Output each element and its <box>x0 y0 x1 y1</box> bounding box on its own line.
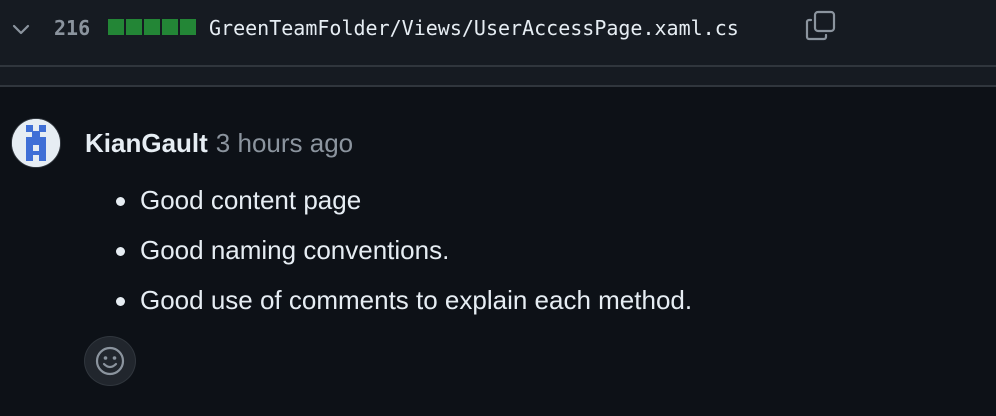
copy-icon[interactable] <box>804 9 838 43</box>
hunk-separator <box>0 67 996 85</box>
diffstat-block-added <box>144 19 160 35</box>
diffstat-block-added <box>162 19 178 35</box>
divider <box>0 85 996 87</box>
file-header: 216 GreenTeamFolder/Views/UserAccessPage… <box>0 0 996 67</box>
avatar[interactable] <box>11 118 61 168</box>
comment-header: KianGault 3 hours ago <box>85 126 353 160</box>
list-item: Good naming conventions. <box>115 231 692 281</box>
comment-author[interactable]: KianGault <box>85 128 208 158</box>
add-reaction-button[interactable] <box>84 336 136 386</box>
diffstat-block-added <box>180 19 196 35</box>
file-path[interactable]: GreenTeamFolder/Views/UserAccessPage.xam… <box>209 14 739 42</box>
diffstat-block-added <box>108 19 124 35</box>
list-item: Good use of comments to explain each met… <box>115 281 692 331</box>
diffstat <box>108 19 196 35</box>
diffstat-block-added <box>126 19 142 35</box>
comment-body: Good content page Good naming convention… <box>115 181 692 331</box>
identicon <box>12 119 60 167</box>
changed-lines-count: 216 <box>54 16 91 40</box>
smiley-icon <box>95 346 125 376</box>
comment-timestamp[interactable]: 3 hours ago <box>216 128 353 158</box>
list-item: Good content page <box>115 181 692 231</box>
chevron-down-icon[interactable] <box>10 18 32 40</box>
